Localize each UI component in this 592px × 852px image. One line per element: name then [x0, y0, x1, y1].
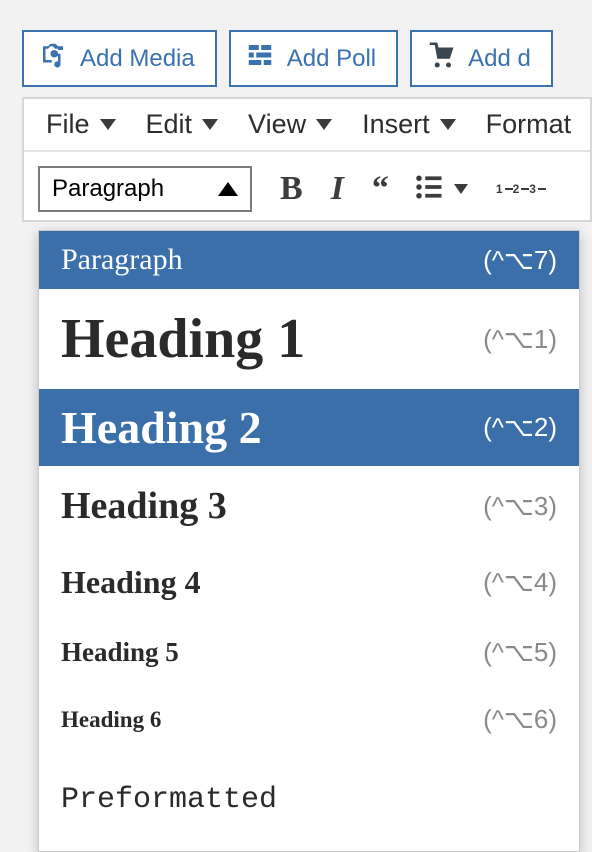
format-option-label: Heading 5	[61, 637, 179, 668]
format-option-label: Paragraph	[61, 243, 183, 277]
chevron-down-icon	[454, 184, 468, 194]
format-option-paragraph[interactable]: Paragraph (^⌥7)	[39, 231, 579, 289]
editor-frame: File Edit View Insert Format Paragraph B…	[22, 97, 592, 222]
poll-icon	[245, 40, 275, 77]
format-select[interactable]: Paragraph	[38, 166, 252, 212]
menu-edit-label: Edit	[146, 109, 193, 140]
add-dynamic-label: Add d	[468, 45, 531, 73]
format-option-shortcut: (^⌥1)	[483, 324, 557, 355]
format-option-label: Heading 2	[61, 401, 262, 454]
bulleted-list-icon	[414, 172, 444, 207]
menu-file-label: File	[46, 109, 90, 140]
format-select-value: Paragraph	[52, 175, 164, 203]
editor-menubar: File Edit View Insert Format	[24, 99, 590, 152]
top-button-bar: Add Media Add Poll Add d	[0, 0, 592, 97]
blockquote-button[interactable]: “	[372, 170, 386, 208]
menu-format[interactable]: Format	[486, 109, 572, 140]
cart-icon	[426, 40, 456, 77]
format-option-label: Preformatted	[61, 765, 277, 839]
menu-edit[interactable]: Edit	[146, 109, 219, 140]
format-option-h2[interactable]: Heading 2 (^⌥2)	[39, 389, 579, 466]
format-option-h5[interactable]: Heading 5 (^⌥5)	[39, 619, 579, 686]
add-media-button[interactable]: Add Media	[22, 30, 217, 87]
format-option-pre[interactable]: Preformatted	[39, 753, 579, 851]
format-option-shortcut: (^⌥3)	[483, 491, 557, 522]
format-dropdown: Paragraph (^⌥7) Heading 1 (^⌥1) Heading 2 (^⌥…	[38, 230, 580, 852]
bulleted-list-button[interactable]	[414, 172, 468, 207]
format-option-label: Heading 3	[61, 484, 227, 528]
chevron-down-icon	[202, 119, 218, 130]
format-option-label: Heading 1	[61, 307, 305, 371]
format-option-shortcut: (^⌥5)	[483, 637, 557, 668]
add-media-label: Add Media	[80, 45, 195, 73]
format-option-shortcut: (^⌥4)	[483, 567, 557, 598]
add-dynamic-button[interactable]: Add d	[410, 30, 553, 87]
editor-toolbar: Paragraph B I “ 1 2 3	[24, 152, 590, 220]
add-poll-button[interactable]: Add Poll	[229, 30, 398, 87]
menu-view[interactable]: View	[248, 109, 332, 140]
menu-view-label: View	[248, 109, 306, 140]
menu-insert-label: Insert	[362, 109, 430, 140]
format-option-shortcut: (^⌥6)	[483, 704, 557, 735]
format-option-label: Heading 6	[61, 707, 161, 733]
format-option-h3[interactable]: Heading 3 (^⌥3)	[39, 466, 579, 546]
menu-insert[interactable]: Insert	[362, 109, 456, 140]
chevron-down-icon	[440, 119, 456, 130]
italic-button[interactable]: I	[331, 170, 344, 208]
format-option-h6[interactable]: Heading 6 (^⌥6)	[39, 686, 579, 753]
format-option-shortcut: (^⌥7)	[483, 245, 557, 276]
chevron-down-icon	[100, 119, 116, 130]
chevron-down-icon	[316, 119, 332, 130]
menu-format-label: Format	[486, 109, 572, 140]
format-option-h1[interactable]: Heading 1 (^⌥1)	[39, 289, 579, 389]
add-poll-label: Add Poll	[287, 45, 376, 73]
numbered-list-button[interactable]: 1 2 3	[496, 184, 546, 194]
menu-file[interactable]: File	[46, 109, 116, 140]
format-option-h4[interactable]: Heading 4 (^⌥4)	[39, 546, 579, 619]
camera-music-icon	[38, 40, 68, 77]
format-option-shortcut: (^⌥2)	[483, 412, 557, 443]
format-option-label: Heading 4	[61, 564, 201, 601]
chevron-up-icon	[218, 182, 238, 196]
bold-button[interactable]: B	[280, 170, 303, 208]
